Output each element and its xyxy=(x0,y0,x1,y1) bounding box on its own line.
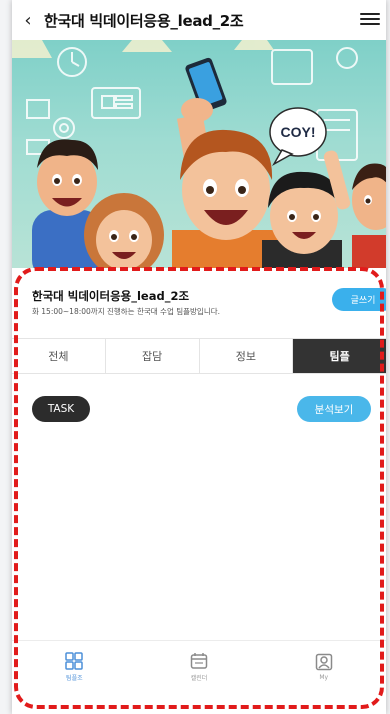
tab-teamplay[interactable]: 팀플 xyxy=(293,339,386,373)
nav-label-calendar: 캘린더 xyxy=(190,674,208,682)
nav-item-calendar[interactable]: 캘린더 xyxy=(137,641,262,692)
room-title: 한국대 빅데이터응용_lead_2조 xyxy=(32,289,190,303)
room-description: 화 15:00~18:00까지 진행하는 한국대 수업 팀플방입니다. xyxy=(32,307,221,316)
app-header: ‹ 한국대 빅데이터응용_lead_2조 xyxy=(12,0,386,40)
tab-chat[interactable]: 잡담 xyxy=(106,339,200,373)
write-button[interactable]: 글쓰기 xyxy=(332,288,386,311)
nav-label-my: My xyxy=(319,673,329,681)
board-tabs: 전체 잡담 정보 팀플 xyxy=(12,338,386,374)
hero-illustration: COY! xyxy=(12,40,386,268)
tab-all[interactable]: 전체 xyxy=(12,339,106,373)
nav-item-teamplay[interactable]: 팀플조 xyxy=(12,641,137,692)
phone-screen: ‹ 한국대 빅데이터응용_lead_2조 COY! 한국대 빅데이터응용_lea… xyxy=(12,0,386,714)
page-title: 한국대 빅데이터응용_lead_2조 xyxy=(44,11,244,30)
profile-icon xyxy=(315,653,332,670)
calendar-icon xyxy=(190,652,208,669)
nav-item-my[interactable]: My xyxy=(261,641,386,692)
speech-bubble-text: COY! xyxy=(281,124,316,140)
tab-info[interactable]: 정보 xyxy=(200,339,294,373)
grid-icon xyxy=(65,651,84,670)
nav-label-teamplay: 팀플조 xyxy=(66,674,83,682)
back-button[interactable]: ‹ xyxy=(12,0,44,40)
chevron-left-icon: ‹ xyxy=(24,9,32,31)
bottom-navigation: 팀플조 캘린더 My xyxy=(12,640,386,692)
analysis-button[interactable]: 분석보기 xyxy=(297,396,371,422)
task-chip[interactable]: TASK xyxy=(32,396,90,422)
hamburger-menu-icon[interactable] xyxy=(360,10,380,28)
